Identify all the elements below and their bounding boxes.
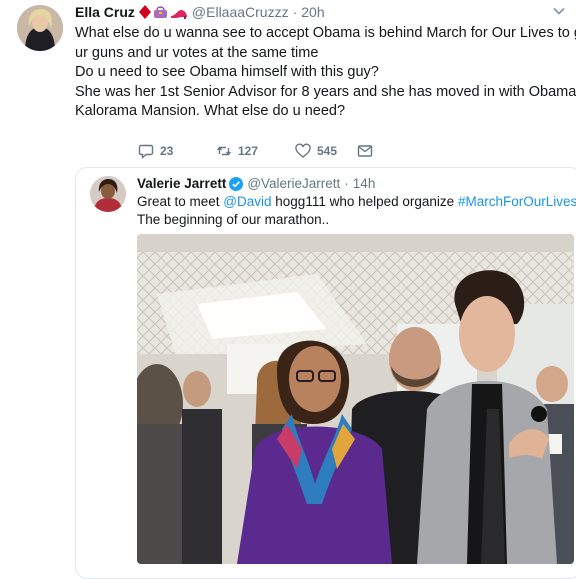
red-diamond-icon — [138, 5, 151, 19]
quoted-tweet[interactable]: Valerie Jarrett @ValerieJarrett · 14h Gr… — [75, 167, 576, 579]
author-emoji — [138, 5, 188, 19]
quoted-text-segment: hogg111 who helped organize — [271, 194, 458, 209]
tweet-actions: 23 127 545 — [138, 143, 379, 159]
author-name[interactable]: Ella Cruz — [75, 4, 135, 20]
quoted-line: Great to meet @David hogg111 who helped … — [137, 193, 576, 211]
quoted-avatar-photo — [90, 176, 126, 212]
retweet-count: 127 — [238, 144, 259, 158]
author-handle[interactable]: @EllaaaCruzzz — [192, 4, 289, 20]
quoted-avatar[interactable] — [90, 176, 126, 212]
heart-icon — [295, 143, 311, 158]
like-button[interactable]: 545 — [295, 143, 357, 159]
avatar-photo — [17, 5, 63, 51]
tweet-line: She was her 1st Senior Advisor for 8 yea… — [75, 83, 576, 100]
quoted-text: Great to meet @David hogg111 who helped … — [137, 193, 576, 229]
quoted-photo[interactable] — [137, 234, 574, 564]
tweet-line: Kalorama Mansion. What else do u need? — [75, 103, 346, 119]
quoted-header: Valerie Jarrett @ValerieJarrett · 14h — [137, 175, 375, 192]
avatar[interactable] — [17, 5, 63, 51]
separator-dot: · — [344, 176, 349, 191]
tweet-line: ur guns and ur votes at the same time — [75, 44, 319, 61]
quoted-line: The beginning of our marathon.. — [137, 212, 330, 227]
hashtag-link[interactable]: #MarchForOurLives — [458, 194, 576, 209]
reply-count: 23 — [160, 144, 174, 158]
tweet-line: What else do u wanna see to accept Obama… — [75, 25, 576, 41]
tweet-text: What else do u wanna see to accept Obama… — [75, 24, 576, 122]
tweet-line: Do u need to see Obama himself with this… — [75, 64, 379, 80]
quoted-timestamp[interactable]: 14h — [353, 176, 376, 191]
separator-dot: · — [292, 4, 298, 20]
direct-message-button[interactable] — [357, 143, 379, 159]
quoted-text-segment: Great to meet — [137, 194, 224, 209]
chevron-down-icon[interactable] — [552, 4, 566, 18]
reply-button[interactable]: 23 — [138, 143, 216, 159]
verified-badge-icon — [229, 176, 244, 191]
tweet-timestamp[interactable]: 20h — [301, 4, 324, 20]
retweet-button[interactable]: 127 — [216, 143, 295, 159]
retweet-icon — [216, 146, 232, 156]
purse-icon — [153, 6, 167, 18]
tweet-header: Ella Cruz @EllaaaCruzzz · 20h — [75, 3, 325, 21]
quoted-author-name[interactable]: Valerie Jarrett — [137, 176, 226, 191]
high-heel-icon — [170, 10, 187, 19]
envelope-icon — [357, 145, 373, 157]
mention-link[interactable]: @David — [223, 194, 271, 209]
quoted-handle[interactable]: @ValerieJarrett — [247, 176, 340, 191]
like-count: 545 — [317, 144, 338, 158]
reply-icon — [138, 144, 154, 159]
event-photo — [137, 234, 574, 564]
